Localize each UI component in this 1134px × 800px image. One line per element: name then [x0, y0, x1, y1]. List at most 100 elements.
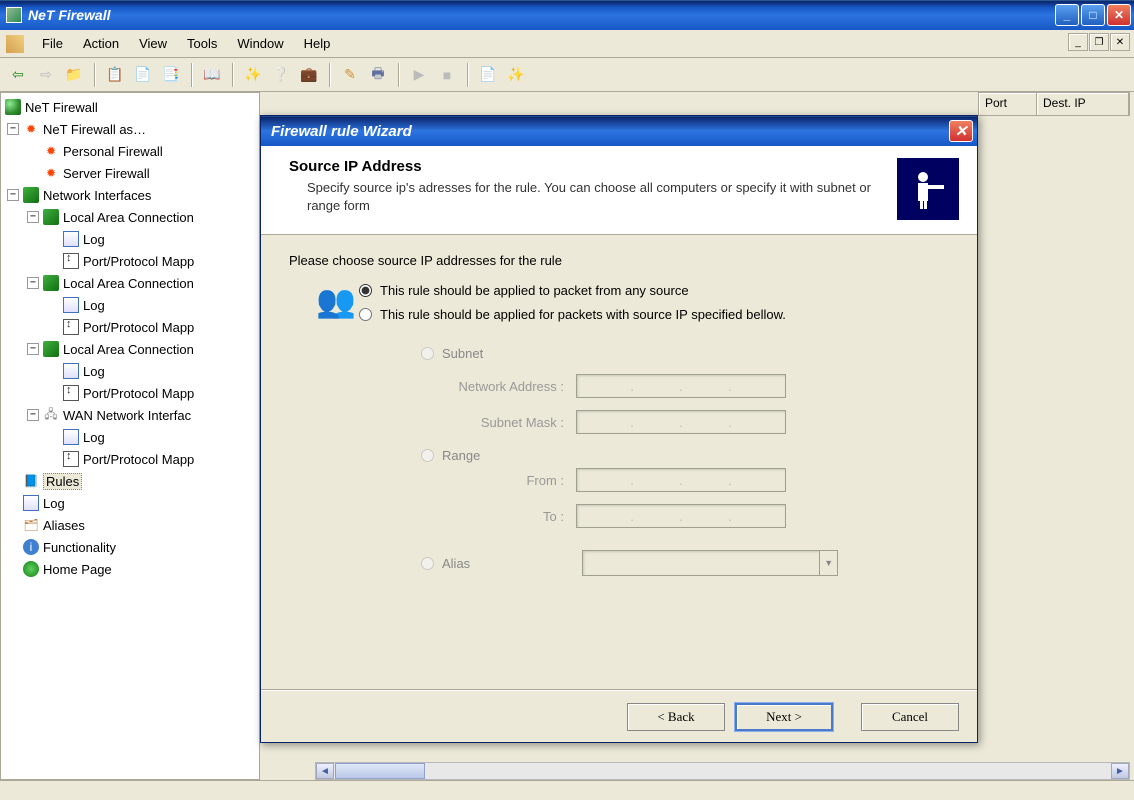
tree-lan1-log[interactable]: Log: [1, 228, 259, 250]
help-button[interactable]: 📖: [200, 63, 224, 87]
tree-rules[interactable]: 📘 Rules: [1, 470, 259, 492]
minimize-button[interactable]: _: [1055, 4, 1079, 26]
dialog-close-button[interactable]: ✕: [949, 120, 973, 142]
radio-subnet-label: Subnet: [442, 346, 483, 361]
collapse-icon[interactable]: −: [27, 409, 39, 421]
properties-button: 📋: [103, 63, 127, 87]
radio-specified-source[interactable]: This rule should be applied for packets …: [359, 302, 949, 326]
export-list-button[interactable]: 📑: [159, 63, 183, 87]
collapse-icon[interactable]: −: [27, 277, 39, 289]
radio-any-source-input[interactable]: [359, 284, 372, 297]
back-button[interactable]: < Back: [627, 703, 725, 731]
menu-help[interactable]: Help: [294, 32, 341, 55]
tree-wan-ppm[interactable]: Port/Protocol Mapp: [1, 448, 259, 470]
up-folder-button[interactable]: 📁: [62, 63, 86, 87]
info-icon[interactable]: ❔: [269, 63, 293, 87]
radio-any-source-label: This rule should be applied to packet fr…: [380, 283, 689, 298]
input-range-to: ...: [576, 504, 786, 528]
tree-functionality[interactable]: i Functionality: [1, 536, 259, 558]
mapping-icon: [63, 253, 79, 269]
radio-range-label: Range: [442, 448, 480, 463]
network-icon: [43, 275, 59, 291]
collapse-icon[interactable]: −: [7, 189, 19, 201]
menu-tools[interactable]: Tools: [177, 32, 227, 55]
mapping-icon: [63, 319, 79, 335]
list-header: Port Dest. IP: [978, 92, 1130, 116]
col-port[interactable]: Port: [979, 93, 1037, 115]
dialog-heading: Source IP Address: [289, 158, 897, 175]
tree-lan1-ppm[interactable]: Port/Protocol Mapp: [1, 250, 259, 272]
mmc-icon: [6, 35, 24, 53]
new-rule-icon[interactable]: ✨: [241, 63, 265, 87]
cancel-button[interactable]: Cancel: [861, 703, 959, 731]
log-icon: [63, 231, 79, 247]
tree-root[interactable]: NeT Firewall: [1, 96, 259, 118]
tree-lan-1[interactable]: − Local Area Connection: [1, 206, 259, 228]
mdi-minimize-button[interactable]: _: [1068, 33, 1088, 51]
tree-lan-3[interactable]: − Local Area Connection: [1, 338, 259, 360]
label-network-address: Network Address :: [421, 379, 576, 394]
refresh-button: 📄: [131, 63, 155, 87]
briefcase-icon[interactable]: 💼: [297, 63, 321, 87]
aliases-icon: 🗂: [23, 517, 39, 533]
input-subnet-mask: ...: [576, 410, 786, 434]
select-alias: ▼: [582, 550, 838, 576]
menu-window[interactable]: Window: [227, 32, 293, 55]
close-button[interactable]: ✕: [1107, 4, 1131, 26]
dialog-prompt: Please choose source IP addresses for th…: [289, 253, 949, 268]
scroll-thumb[interactable]: [335, 763, 425, 779]
tree-server-firewall[interactable]: ✹ Server Firewall: [1, 162, 259, 184]
print-icon[interactable]: 🖶: [366, 63, 390, 87]
label-from: From :: [421, 473, 576, 488]
new-doc-icon[interactable]: 📄: [476, 63, 500, 87]
radio-subnet: [421, 347, 434, 360]
network-icon: [43, 341, 59, 357]
radio-any-source[interactable]: This rule should be applied to packet fr…: [359, 278, 949, 302]
app-icon: [6, 7, 22, 23]
menu-action[interactable]: Action: [73, 32, 129, 55]
scroll-left-button[interactable]: ◄: [316, 763, 334, 779]
wizard-icon[interactable]: ✨: [504, 63, 528, 87]
log-icon: [63, 297, 79, 313]
tree-home-page[interactable]: Home Page: [1, 558, 259, 580]
next-button[interactable]: Next >: [735, 703, 833, 731]
tree-pane[interactable]: NeT Firewall − ✹ NeT Firewall as… ✹ Pers…: [0, 92, 260, 780]
collapse-icon[interactable]: −: [7, 123, 19, 135]
tree-network-interfaces[interactable]: − Network Interfaces: [1, 184, 259, 206]
statusbar: [0, 780, 1134, 800]
radio-range: [421, 449, 434, 462]
horizontal-scrollbar[interactable]: ◄ ►: [315, 762, 1130, 780]
menu-file[interactable]: File: [32, 32, 73, 55]
globe-icon: [23, 561, 39, 577]
col-destip[interactable]: Dest. IP: [1037, 93, 1129, 115]
wan-icon: 🖧: [43, 407, 59, 423]
collapse-icon[interactable]: −: [27, 211, 39, 223]
menu-view[interactable]: View: [129, 32, 177, 55]
back-button[interactable]: ⇦: [6, 63, 30, 87]
log-icon: [23, 495, 39, 511]
tree-lan2-log[interactable]: Log: [1, 294, 259, 316]
rules-icon: 📘: [23, 473, 39, 489]
tree-lan3-ppm[interactable]: Port/Protocol Mapp: [1, 382, 259, 404]
tree-wan-log[interactable]: Log: [1, 426, 259, 448]
input-range-from: ...: [576, 468, 786, 492]
tree-wan[interactable]: − 🖧 WAN Network Interfac: [1, 404, 259, 426]
tree-aliases[interactable]: 🗂 Aliases: [1, 514, 259, 536]
tree-firewall-as[interactable]: − ✹ NeT Firewall as…: [1, 118, 259, 140]
tree-personal-firewall[interactable]: ✹ Personal Firewall: [1, 140, 259, 162]
tree-lan-2[interactable]: − Local Area Connection: [1, 272, 259, 294]
fire-icon: ✹: [43, 165, 59, 181]
label-subnet-mask: Subnet Mask :: [421, 415, 576, 430]
maximize-button[interactable]: □: [1081, 4, 1105, 26]
tree-lan2-ppm[interactable]: Port/Protocol Mapp: [1, 316, 259, 338]
tree-lan3-log[interactable]: Log: [1, 360, 259, 382]
window-title: NeT Firewall: [28, 7, 1055, 23]
edit-icon[interactable]: ✎: [338, 63, 362, 87]
radio-specified-source-input[interactable]: [359, 308, 372, 321]
mdi-close-button[interactable]: ✕: [1110, 33, 1130, 51]
wizard-person-icon: [897, 158, 959, 220]
mdi-restore-button[interactable]: ❐: [1089, 33, 1109, 51]
collapse-icon[interactable]: −: [27, 343, 39, 355]
scroll-right-button[interactable]: ►: [1111, 763, 1129, 779]
tree-log-root[interactable]: Log: [1, 492, 259, 514]
